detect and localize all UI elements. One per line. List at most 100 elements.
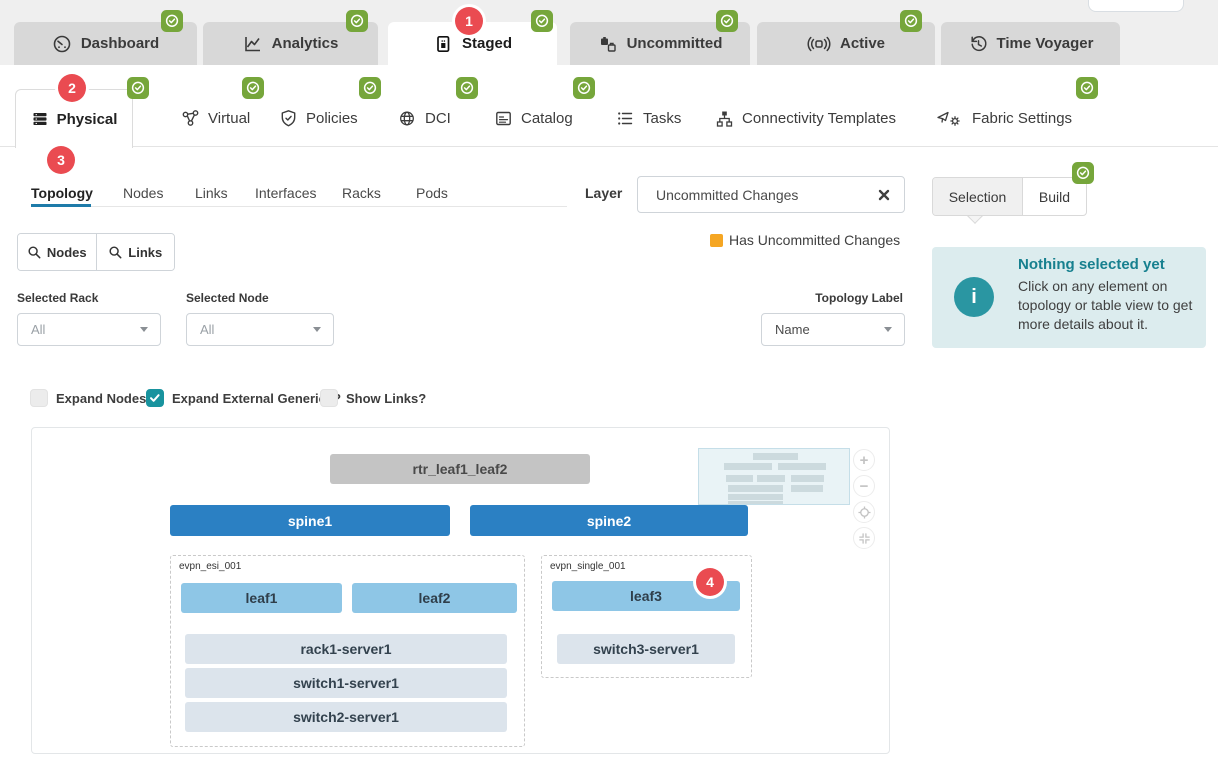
tab-tasks[interactable]: Tasks [616, 103, 681, 133]
info-body: Click on any element on topology or tabl… [1018, 277, 1198, 334]
node-switch2-server1[interactable]: switch2-server1 [185, 702, 507, 732]
shield-check-icon [279, 109, 298, 128]
button-label: Nodes [47, 245, 87, 260]
chevron-down-icon [313, 327, 321, 332]
check-badge [531, 10, 553, 32]
tab-label: Selection [949, 189, 1007, 205]
tab-catalog[interactable]: Catalog [494, 103, 573, 133]
tab-interfaces[interactable]: Interfaces [255, 183, 316, 203]
tab-time-voyager[interactable]: Time Voyager [941, 22, 1120, 65]
topology-label-label: Topology Label [761, 291, 903, 305]
tab-label: Tasks [643, 110, 681, 127]
tab-label: Topology [31, 185, 93, 201]
tab-nodes[interactable]: Nodes [123, 183, 163, 203]
search-button-group: Nodes Links [17, 233, 175, 271]
gauge-icon [52, 34, 72, 54]
reset-zoom-button[interactable] [853, 501, 875, 523]
tab-label: Physical [57, 111, 118, 128]
topology-label-select[interactable]: Name [761, 313, 905, 346]
task-list-icon [616, 109, 635, 128]
tab-pods[interactable]: Pods [416, 183, 448, 203]
tab-links[interactable]: Links [195, 183, 228, 203]
button-label: Links [128, 245, 162, 260]
tab-racks[interactable]: Racks [342, 183, 381, 203]
expand-external-generics-checkbox[interactable] [146, 389, 164, 407]
selected-rack-select[interactable]: All [17, 313, 161, 346]
expand-external-generics-label: Expand External Generics? [172, 391, 341, 406]
step-badge-1: 1 [455, 7, 483, 35]
uncommitted-color-swatch [710, 234, 723, 247]
step-badge-3: 3 [47, 146, 75, 174]
node-switch1-server1[interactable]: switch1-server1 [185, 668, 507, 698]
tab-topology[interactable]: Topology [31, 183, 93, 203]
show-links-label: Show Links? [346, 391, 426, 406]
info-title: Nothing selected yet [1018, 256, 1165, 273]
mini-map-bar [791, 485, 823, 492]
globe-icon [397, 109, 417, 128]
node-rack1-server1[interactable]: rack1-server1 [185, 634, 507, 664]
tab-selection[interactable]: Selection [933, 178, 1023, 215]
node-leaf2[interactable]: leaf2 [352, 583, 517, 613]
search-links-button[interactable]: Links [96, 234, 175, 270]
tab-label: Build [1039, 189, 1070, 205]
check-badge [573, 77, 595, 99]
selected-node-select[interactable]: All [186, 313, 334, 346]
tab-label: Pods [416, 185, 448, 201]
layer-select[interactable]: Uncommitted Changes [637, 176, 905, 213]
partial-top-right-control[interactable] [1088, 0, 1184, 12]
tab-label: Dashboard [81, 35, 159, 52]
node-spine1[interactable]: spine1 [170, 505, 450, 536]
zoom-in-button[interactable]: + [853, 449, 875, 471]
rack-group-label: evpn_esi_001 [179, 561, 241, 572]
select-value: All [187, 322, 313, 337]
side-panel-tabs: Selection Build [932, 177, 1087, 216]
check-badge [346, 10, 368, 32]
check-badge [161, 10, 183, 32]
step-badge-2: 2 [58, 74, 86, 102]
broadcast-icon [807, 34, 831, 54]
selected-node-label: Selected Node [186, 291, 269, 305]
tab-fabric-settings[interactable]: Fabric Settings [936, 103, 1072, 133]
node-external-router[interactable]: rtr_leaf1_leaf2 [330, 454, 590, 484]
staged-document-icon [433, 34, 453, 54]
mini-map-bar [757, 475, 785, 482]
mini-map[interactable] [698, 448, 850, 505]
crosshair-icon [858, 506, 871, 519]
search-nodes-button[interactable]: Nodes [18, 234, 96, 270]
tab-label: Interfaces [255, 185, 316, 201]
node-leaf1[interactable]: leaf1 [181, 583, 342, 613]
node-switch3-server1[interactable]: switch3-server1 [557, 634, 735, 664]
check-icon [149, 392, 161, 404]
tab-connectivity-templates[interactable]: Connectivity Templates [715, 103, 896, 133]
fit-arrows-icon [858, 532, 871, 545]
mini-map-bar [726, 475, 753, 482]
blueprint-tabs-divider [0, 146, 1218, 147]
expand-nodes-checkbox[interactable] [30, 389, 48, 407]
fabric-settings-icon [936, 109, 964, 128]
tab-policies[interactable]: Policies [279, 103, 358, 133]
check-badge [716, 10, 738, 32]
chevron-down-icon [140, 327, 148, 332]
tab-label: Time Voyager [997, 35, 1094, 52]
tab-virtual[interactable]: Virtual [181, 103, 250, 133]
step-badge-4: 4 [696, 568, 724, 596]
check-badge [242, 77, 264, 99]
plus-icon: + [860, 452, 869, 469]
mini-map-bar [728, 494, 783, 500]
search-icon [27, 245, 41, 259]
clear-icon[interactable] [878, 189, 890, 201]
check-badge [359, 77, 381, 99]
fit-view-button[interactable] [853, 527, 875, 549]
check-badge [900, 10, 922, 32]
apstra-blueprint-screen: Dashboard Analytics Staged Uncommitted A… [0, 0, 1218, 762]
chevron-down-icon [884, 327, 892, 332]
tab-dci[interactable]: DCI [397, 103, 451, 133]
expand-nodes-label: Expand Nodes? [56, 391, 154, 406]
tab-label: Active [840, 35, 885, 52]
node-spine2[interactable]: spine2 [470, 505, 748, 536]
check-badge [456, 77, 478, 99]
zoom-out-button[interactable]: − [853, 475, 875, 497]
tab-label: Uncommitted [627, 35, 723, 52]
show-links-checkbox[interactable] [320, 389, 338, 407]
uncommitted-icon [598, 34, 618, 54]
